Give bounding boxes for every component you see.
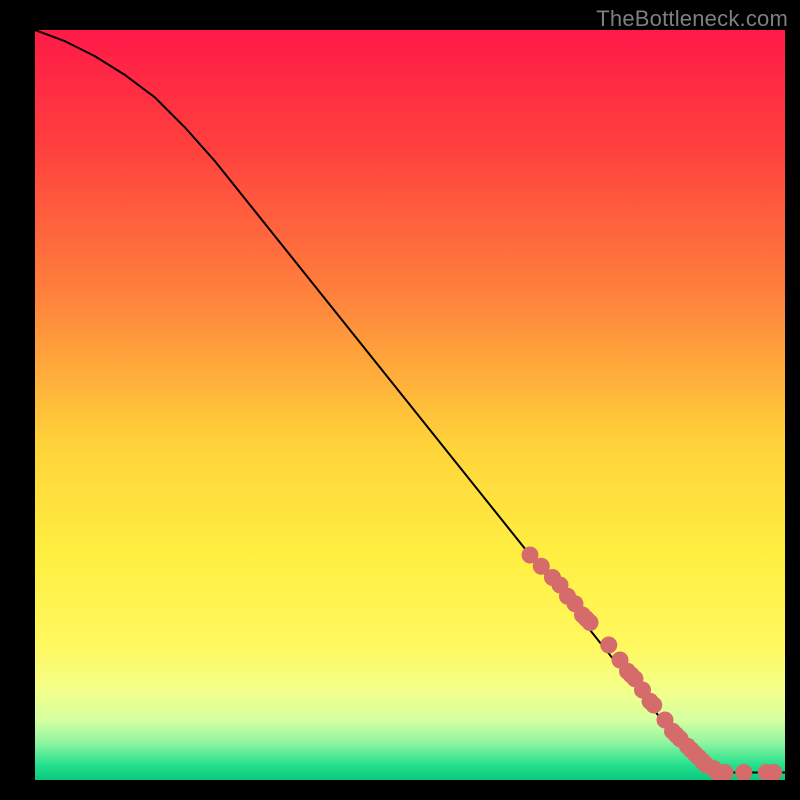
chart-frame: TheBottleneck.com [0,0,800,800]
chart-plot [35,30,785,780]
data-point [600,637,617,654]
data-point [645,697,662,714]
watermark-text: TheBottleneck.com [596,6,788,32]
data-point [582,614,599,631]
